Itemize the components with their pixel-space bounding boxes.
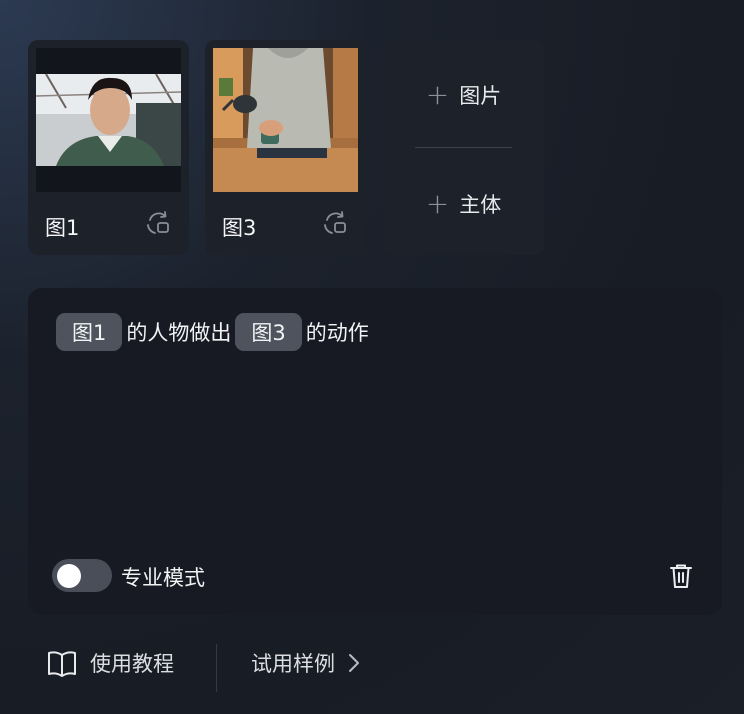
reference-card-2[interactable]: 图3 xyxy=(205,40,366,255)
portrait-image xyxy=(36,48,181,192)
plus-icon: + xyxy=(425,78,450,111)
replace-icon[interactable] xyxy=(143,208,173,238)
prompt-tag-2[interactable]: 图3 xyxy=(235,313,302,351)
footer-divider xyxy=(216,644,217,692)
add-subject-button[interactable]: + 主体 xyxy=(383,174,544,234)
prompt-tag-1[interactable]: 图1 xyxy=(56,313,123,351)
book-icon xyxy=(48,651,76,677)
add-subject-label: 主体 xyxy=(459,193,502,217)
prompt-text-segment-2: 的动作 xyxy=(305,321,369,345)
pro-mode-label: 专业模式 xyxy=(121,566,205,590)
coffee-pour-image xyxy=(213,48,358,192)
examples-label: 试用样例 xyxy=(251,652,335,676)
tutorial-label: 使用教程 xyxy=(90,652,174,676)
replace-icon[interactable] xyxy=(320,208,350,238)
add-image-button[interactable]: + 图片 xyxy=(383,65,544,125)
reference-label-1: 图1 xyxy=(45,216,80,240)
pro-mode-toggle[interactable] xyxy=(52,559,112,592)
prompt-text[interactable]: 图1 的人物做出 图3 的动作 xyxy=(56,313,373,351)
reference-thumbnail-1 xyxy=(36,48,181,192)
add-image-label: 图片 xyxy=(459,84,502,108)
divider xyxy=(415,147,512,148)
reference-label-2: 图3 xyxy=(222,216,257,240)
tutorial-link[interactable]: 使用教程 xyxy=(46,648,174,678)
reference-thumbnail-2 xyxy=(213,48,358,192)
add-reference-panel: + 图片 + 主体 xyxy=(383,40,544,255)
prompt-text-segment-1: 的人物做出 xyxy=(126,321,232,345)
chevron-right-icon xyxy=(349,654,359,672)
trash-icon[interactable] xyxy=(665,560,697,592)
prompt-editor[interactable]: 图1 的人物做出 图3 的动作 专业模式 xyxy=(28,288,722,615)
plus-icon: + xyxy=(425,187,450,220)
toggle-knob xyxy=(57,563,81,588)
reference-card-1[interactable]: 图1 xyxy=(28,40,189,255)
examples-link[interactable]: 试用样例 xyxy=(251,648,361,678)
